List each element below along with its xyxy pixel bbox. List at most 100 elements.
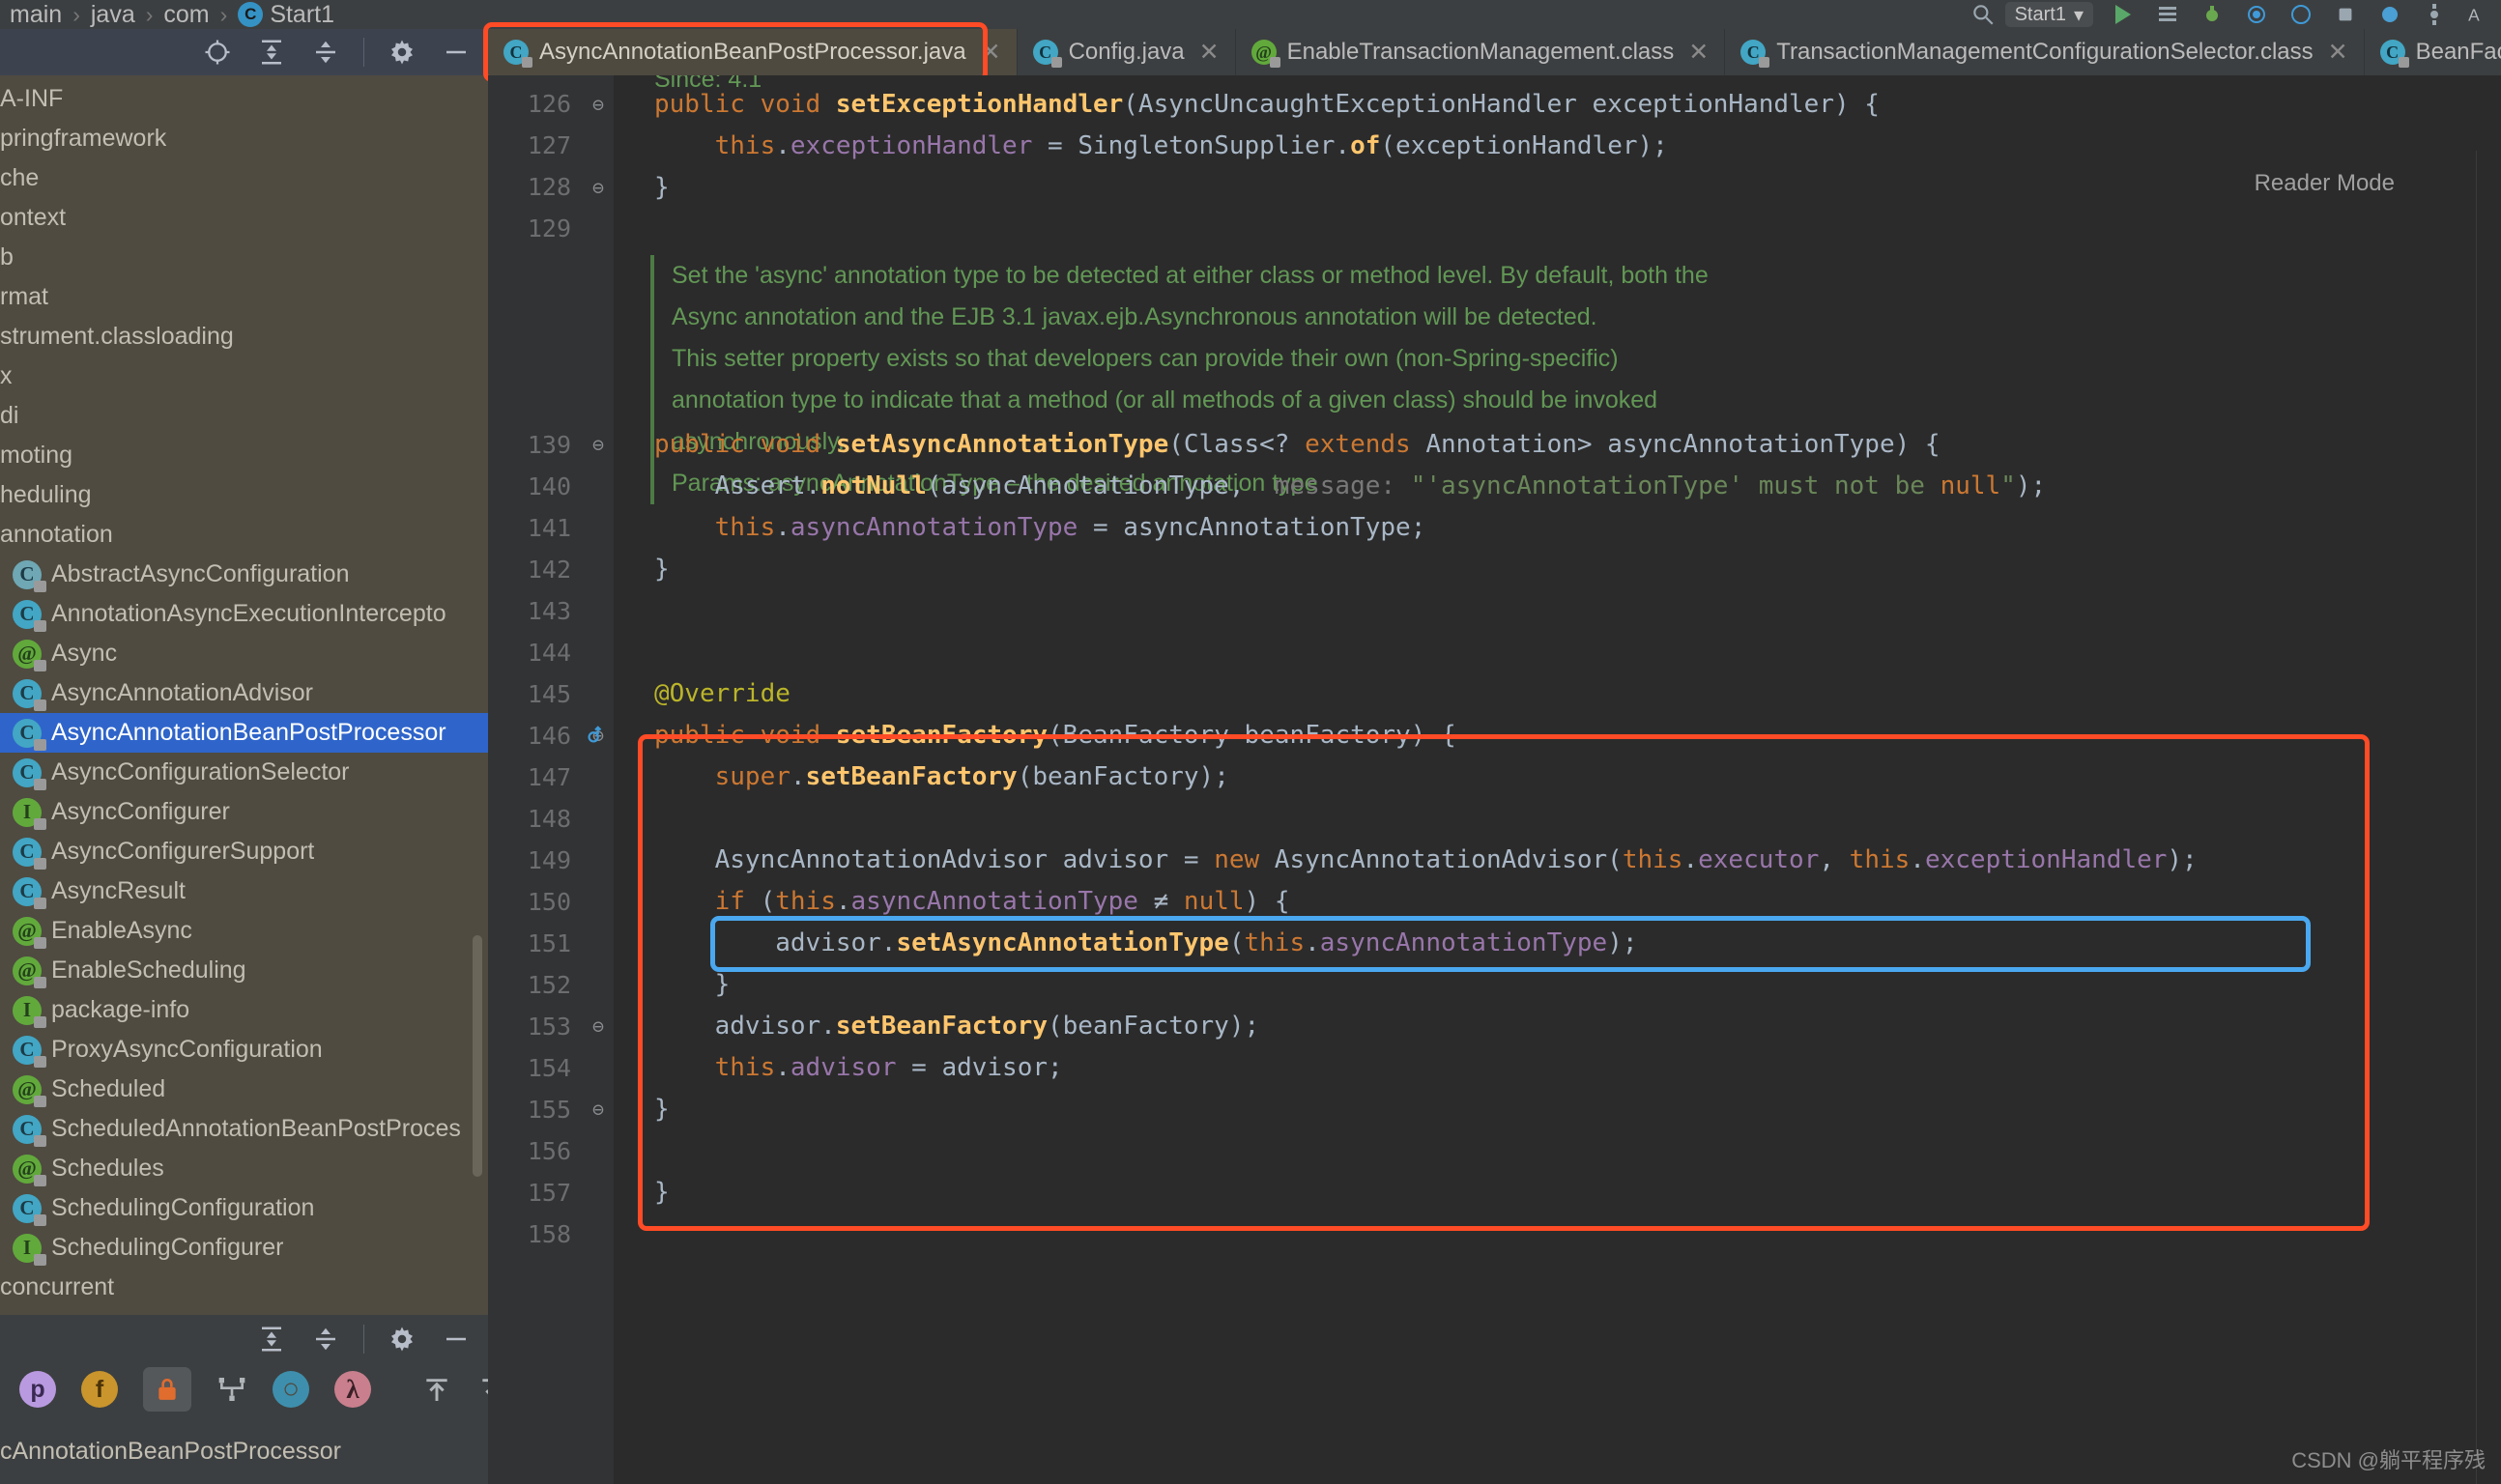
branch-icon[interactable] bbox=[216, 1373, 247, 1406]
tree-item[interactable]: I SchedulingConfigurer bbox=[0, 1228, 488, 1268]
close-icon[interactable]: ✕ bbox=[981, 38, 1001, 67]
code-line[interactable]: 157} bbox=[488, 1172, 2501, 1213]
search-icon[interactable] bbox=[1961, 0, 2005, 29]
expand-all-icon[interactable] bbox=[255, 1323, 288, 1356]
debug-icon[interactable] bbox=[2190, 0, 2234, 29]
tree-scrollbar[interactable] bbox=[473, 935, 482, 1177]
code-line[interactable]: 151 advisor.setAsyncAnnotationType(this.… bbox=[488, 923, 2501, 964]
tree-item[interactable]: heduling bbox=[0, 475, 488, 515]
code-line[interactable]: 150 if (this.asyncAnnotationType ≠ null)… bbox=[488, 881, 2501, 923]
fold-marker-icon[interactable]: ⊖ bbox=[583, 93, 614, 116]
tree-item[interactable]: @ Async bbox=[0, 634, 488, 673]
project-tree[interactable]: A-INF pringframework che ontext b rmat strumen… bbox=[0, 75, 488, 1360]
tree-item[interactable]: di bbox=[0, 396, 488, 436]
code-line[interactable]: 143 bbox=[488, 590, 2501, 632]
code-line[interactable]: 147 super.setBeanFactory(beanFactory); bbox=[488, 756, 2501, 798]
tree-item[interactable]: concurrent bbox=[0, 1268, 488, 1307]
editor-tab[interactable]: C TransactionManagementConfigurationSelec… bbox=[1725, 29, 2365, 75]
code-line[interactable]: 155 ⊖} bbox=[488, 1089, 2501, 1130]
code-line[interactable]: 145 @Override bbox=[488, 673, 2501, 715]
tree-item[interactable]: che bbox=[0, 158, 488, 198]
locate-icon[interactable] bbox=[201, 36, 234, 69]
code-line[interactable]: 144 bbox=[488, 632, 2501, 673]
tree-item[interactable]: rmat bbox=[0, 277, 488, 317]
tree-item[interactable]: C ProxyAsyncConfiguration bbox=[0, 1030, 488, 1070]
fold-marker-icon[interactable]: ⊖ bbox=[583, 176, 614, 199]
code-line[interactable]: 128 ⊖} bbox=[488, 166, 2501, 208]
tree-item[interactable]: C ScheduledAnnotationBeanPostProces bbox=[0, 1109, 488, 1149]
code-line[interactable]: 158 bbox=[488, 1213, 2501, 1255]
promote-icon[interactable] bbox=[421, 1373, 452, 1406]
tree-item[interactable]: C AbstractAsyncConfiguration bbox=[0, 555, 488, 594]
collapse-all-icon[interactable] bbox=[309, 36, 342, 69]
code-line[interactable]: 139 ⊖ public void setAsyncAnnotationType(C… bbox=[488, 424, 2501, 466]
tree-item[interactable]: @ EnableScheduling bbox=[0, 951, 488, 990]
code-line[interactable]: 142} bbox=[488, 549, 2501, 590]
tree-item[interactable]: A-INF bbox=[0, 79, 488, 119]
run-button[interactable] bbox=[2101, 0, 2145, 29]
editor-tab[interactable]: C AsyncAnnotationBeanPostProcessor.java ✕ bbox=[488, 29, 1018, 75]
stop-icon[interactable] bbox=[2323, 0, 2368, 29]
tree-item[interactable]: @ Schedules bbox=[0, 1149, 488, 1188]
translate-icon[interactable]: A bbox=[2457, 0, 2501, 29]
run-configuration-selector[interactable]: Start1 ▾ bbox=[2004, 2, 2093, 27]
tree-item[interactable]: @ EnableAsync bbox=[0, 911, 488, 951]
breadcrumb-item-main[interactable]: main bbox=[10, 1, 62, 29]
breadcrumb-item-java[interactable]: java bbox=[91, 1, 135, 29]
hide-panel-icon[interactable] bbox=[440, 1323, 473, 1356]
code-line[interactable]: 127 this.exceptionHandler = SingletonSup… bbox=[488, 125, 2501, 166]
code-line[interactable]: 140 Assert.notNull(asyncAnnotationType, … bbox=[488, 466, 2501, 507]
expand-all-icon[interactable] bbox=[255, 36, 288, 69]
editor-tab[interactable]: CBeanFactoryAdvis bbox=[2365, 29, 2501, 75]
code-line[interactable]: 156 bbox=[488, 1130, 2501, 1172]
code-line[interactable]: 148 bbox=[488, 798, 2501, 840]
tree-item[interactable]: C AsyncResult bbox=[0, 871, 488, 911]
coverage-icon[interactable] bbox=[2234, 0, 2279, 29]
hide-panel-icon[interactable] bbox=[440, 36, 473, 69]
tree-item[interactable]: strument.classloading bbox=[0, 317, 488, 357]
breadcrumb-item-com[interactable]: com bbox=[163, 1, 209, 29]
settings-icon[interactable] bbox=[2412, 0, 2457, 29]
close-icon[interactable]: ✕ bbox=[2328, 38, 2348, 67]
help-icon[interactable] bbox=[2279, 0, 2323, 29]
close-icon[interactable]: ✕ bbox=[1688, 38, 1709, 67]
p-icon[interactable]: p bbox=[19, 1371, 56, 1408]
lock-icon[interactable] bbox=[143, 1367, 191, 1412]
gear-icon[interactable] bbox=[386, 36, 418, 69]
build-icon[interactable] bbox=[2145, 0, 2190, 29]
tree-item[interactable]: C AsyncAnnotationAdvisor bbox=[0, 673, 488, 713]
tree-item[interactable]: C AnnotationAsyncExecutionIntercepto bbox=[0, 594, 488, 634]
fold-marker-icon[interactable]: ⊖ bbox=[583, 1014, 614, 1038]
code-line[interactable]: 153 ⊖ advisor.setBeanFactory(beanFactory)… bbox=[488, 1006, 2501, 1047]
tree-item[interactable]: x bbox=[0, 357, 488, 396]
code-line[interactable]: 129 bbox=[488, 208, 2501, 249]
code-line[interactable]: 126 ⊖ public void setExceptionHandler(Asyn… bbox=[488, 83, 2501, 125]
code-line[interactable]: 141 this.asyncAnnotationType = asyncAnno… bbox=[488, 507, 2501, 549]
git-icon[interactable] bbox=[2368, 0, 2412, 29]
code-lines[interactable]: 126 ⊖ public void setExceptionHandler(Asyn… bbox=[488, 75, 2501, 1484]
tree-item[interactable]: b bbox=[0, 238, 488, 277]
fold-marker-icon[interactable]: ⊖ bbox=[583, 433, 614, 456]
code-editor[interactable]: Reader Mode 126 ⊖ public void setException… bbox=[488, 75, 2501, 1484]
breadcrumb-item-class[interactable]: Start1 bbox=[238, 1, 334, 29]
tree-item[interactable]: C AsyncConfigurationSelector bbox=[0, 753, 488, 792]
tree-item[interactable]: C AsyncConfigurerSupport bbox=[0, 832, 488, 871]
tree-item[interactable]: annotation bbox=[0, 515, 488, 555]
collapse-all-icon[interactable] bbox=[309, 1323, 342, 1356]
tree-item[interactable]: @ Scheduled bbox=[0, 1070, 488, 1109]
circle-icon[interactable]: ○ bbox=[273, 1371, 309, 1408]
editor-marker-gutter[interactable] bbox=[2476, 151, 2501, 1484]
fold-marker-icon[interactable]: ⊖ bbox=[583, 1098, 614, 1121]
tree-item[interactable]: I AsyncConfigurer bbox=[0, 792, 488, 832]
close-icon[interactable]: ✕ bbox=[1199, 38, 1220, 67]
tree-item[interactable]: C AsyncAnnotationBeanPostProcessor bbox=[0, 713, 488, 753]
editor-tab[interactable]: @ EnableTransactionManagement.class ✕ bbox=[1236, 29, 1726, 75]
override-marker-icon[interactable] bbox=[585, 725, 606, 746]
editor-tab[interactable]: C Config.java ✕ bbox=[1018, 29, 1236, 75]
f-icon[interactable]: f bbox=[81, 1371, 118, 1408]
tree-item[interactable]: C SchedulingConfiguration bbox=[0, 1188, 488, 1228]
lambda-icon[interactable]: λ bbox=[334, 1371, 371, 1408]
tree-item[interactable]: Ipackage-info bbox=[0, 990, 488, 1030]
code-line[interactable]: 152 } bbox=[488, 964, 2501, 1006]
code-line[interactable]: 149 AsyncAnnotationAdvisor advisor = new… bbox=[488, 840, 2501, 881]
